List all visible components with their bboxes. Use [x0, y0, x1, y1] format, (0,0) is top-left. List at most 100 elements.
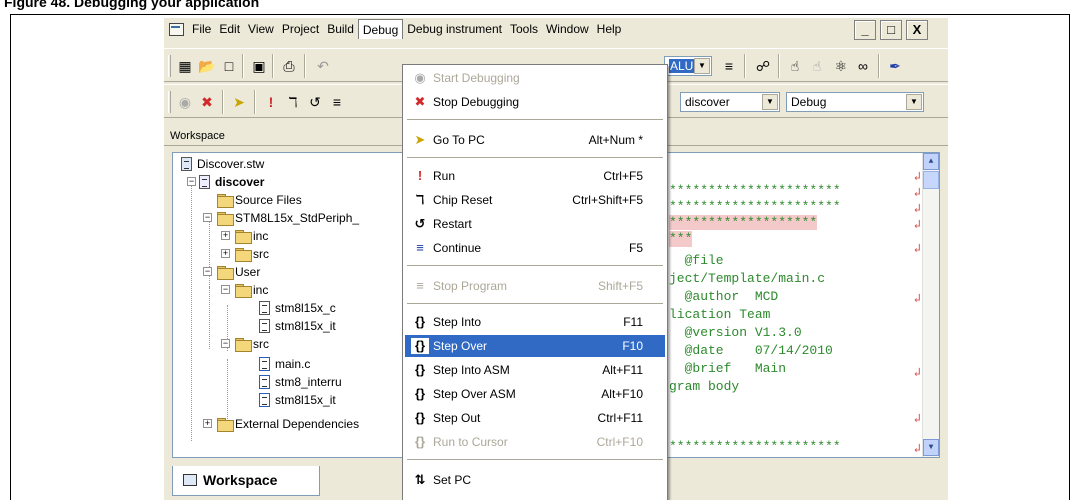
- continue-icon[interactable]: ≡: [328, 93, 346, 111]
- hand-disabled-icon[interactable]: ☝: [808, 57, 826, 75]
- stop-debug-icon[interactable]: ✖: [198, 93, 216, 111]
- menu-item-stop-debugging[interactable]: ✖ Stop Debugging: [405, 91, 665, 113]
- tree-guide: [191, 179, 192, 441]
- expand-toggle-icon[interactable]: +: [221, 249, 230, 258]
- tab-workspace[interactable]: Workspace: [172, 466, 320, 496]
- collapse-toggle-icon[interactable]: −: [221, 285, 230, 294]
- menu-item-label: Continue: [433, 241, 482, 255]
- header-file-icon: [259, 319, 270, 333]
- menu-edit[interactable]: Edit: [215, 19, 244, 39]
- new-file-icon[interactable]: ▦: [176, 57, 194, 75]
- menu-separator: [407, 459, 663, 460]
- step-into-asm-icon: {}: [414, 362, 426, 377]
- menu-item-step-over[interactable]: {} Step Over F10: [405, 335, 665, 357]
- menu-item-set-pc[interactable]: ⇅ Set PC: [405, 469, 665, 491]
- code-line: **********************: [669, 183, 841, 198]
- menu-view[interactable]: View: [244, 19, 278, 39]
- figure-caption: Figure 48. Debugging your application: [4, 0, 260, 10]
- tree-node-label: Discover.stw: [197, 157, 265, 171]
- tree-node-label: stm8l15x_it: [275, 393, 336, 407]
- watch-glasses-icon[interactable]: ∞: [854, 57, 872, 75]
- restart-icon: ↺: [414, 216, 426, 231]
- menu-project[interactable]: Project: [278, 19, 323, 39]
- chip-reset-icon: ℸ: [415, 192, 425, 207]
- pen-icon[interactable]: ✒: [886, 57, 904, 75]
- menu-file[interactable]: File: [188, 19, 215, 39]
- menu-item-shortcut: Ctrl+F10: [596, 435, 643, 449]
- minimize-button[interactable]: _: [854, 20, 876, 40]
- run-icon[interactable]: !: [262, 93, 280, 111]
- step-into-icon: {}: [414, 314, 426, 329]
- expand-toggle-icon[interactable]: +: [221, 231, 230, 240]
- open-folder-icon[interactable]: 📂: [198, 57, 216, 75]
- collapse-toggle-icon[interactable]: −: [203, 213, 212, 222]
- folder-open-icon: [217, 212, 234, 226]
- chevron-down-icon[interactable]: ▼: [694, 58, 710, 74]
- menu-item-start-debugging[interactable]: ◉ Start Debugging: [405, 67, 665, 89]
- print-icon[interactable]: ⎙: [280, 57, 298, 75]
- chevron-down-icon[interactable]: ▼: [762, 94, 778, 110]
- chip-reset-icon[interactable]: ℸ: [284, 93, 302, 111]
- stop-program-icon: ≡: [416, 278, 424, 293]
- collapse-toggle-icon[interactable]: −: [221, 339, 230, 348]
- menu-item-run-to-cursor[interactable]: {} Run to Cursor Ctrl+F10: [405, 431, 665, 453]
- menu-build[interactable]: Build: [323, 19, 358, 39]
- menu-help[interactable]: Help: [593, 19, 626, 39]
- editor-scrollbar[interactable]: ▲ ▼: [922, 153, 939, 457]
- menu-item-step-out[interactable]: {} Step Out Ctrl+F11: [405, 407, 665, 429]
- config-combo[interactable]: discover ▼: [680, 92, 780, 112]
- scroll-down-icon[interactable]: ▼: [923, 439, 939, 456]
- menu-item-shortcut: Alt+F11: [602, 363, 643, 377]
- menu-debug-instrument[interactable]: Debug instrument: [403, 19, 506, 39]
- inspect-icon[interactable]: ⚛: [832, 57, 850, 75]
- menu-item-stop-program[interactable]: ≡ Stop Program Shift+F5: [405, 275, 665, 297]
- restore-button[interactable]: □: [880, 20, 902, 40]
- expand-toggle-icon[interactable]: +: [203, 419, 212, 428]
- close-button[interactable]: X: [906, 20, 928, 40]
- start-debug-icon[interactable]: ◉: [176, 93, 194, 111]
- new-window-icon[interactable]: □: [220, 57, 238, 75]
- menu-item-run[interactable]: ! Run Ctrl+F5: [405, 165, 665, 187]
- menu-item-step-into[interactable]: {} Step Into F11: [405, 311, 665, 333]
- watch-icon[interactable]: ≡: [720, 57, 738, 75]
- scroll-up-icon[interactable]: ▲: [923, 153, 939, 170]
- source-file-icon: [259, 393, 270, 407]
- line-end-marker-icon: ↲: [913, 292, 921, 306]
- menu-tools[interactable]: Tools: [506, 19, 542, 39]
- tree-guide: [209, 287, 210, 349]
- set-pc-icon: ⇅: [414, 472, 426, 487]
- tree-node-label: External Dependencies: [235, 417, 360, 431]
- binoculars-icon[interactable]: ☍: [754, 57, 772, 75]
- menu-item-restart[interactable]: ↺ Restart: [405, 213, 665, 235]
- menu-window[interactable]: Window: [542, 19, 593, 39]
- folder-open-icon: [235, 338, 252, 352]
- folder-open-icon: [235, 284, 252, 298]
- menu-item-label: Set PC: [433, 473, 472, 487]
- restart-icon[interactable]: ↺: [306, 93, 324, 111]
- code-line: @brief Main: [669, 361, 787, 376]
- chevron-down-icon[interactable]: ▼: [906, 94, 922, 110]
- menu-item-chip-reset[interactable]: ℸ Chip Reset Ctrl+Shift+F5: [405, 189, 665, 211]
- tree-node-label: discover: [215, 175, 265, 189]
- collapse-toggle-icon[interactable]: −: [187, 177, 196, 186]
- menu-item-step-into-asm[interactable]: {} Step Into ASM Alt+F11: [405, 359, 665, 381]
- goto-pc-icon[interactable]: ➤: [230, 93, 248, 111]
- collapse-toggle-icon[interactable]: −: [203, 267, 212, 276]
- menu-item-label: Stop Program: [433, 279, 508, 293]
- menu-item-continue[interactable]: ≡ Continue F5: [405, 237, 665, 259]
- scroll-thumb[interactable]: [923, 171, 939, 189]
- alu-combo[interactable]: ALU ▼: [664, 56, 712, 76]
- line-end-marker-icon: ↲: [913, 202, 921, 216]
- toolbar-separator: [878, 54, 880, 78]
- save-icon[interactable]: ▣: [250, 57, 268, 75]
- folder-open-icon: [217, 266, 234, 280]
- menu-debug[interactable]: Debug: [357, 19, 404, 39]
- menu-item-step-over-asm[interactable]: {} Step Over ASM Alt+F10: [405, 383, 665, 405]
- line-end-marker-icon: ↲: [913, 442, 921, 456]
- mode-combo[interactable]: Debug ▼: [786, 92, 924, 112]
- line-end-marker-icon: ↲: [913, 412, 921, 426]
- code-line: **********************: [669, 199, 841, 214]
- menu-item-go-to-pc[interactable]: ➤ Go To PC Alt+Num *: [405, 129, 665, 151]
- hand-icon[interactable]: ☝: [786, 57, 804, 75]
- undo-icon[interactable]: ↶: [314, 57, 332, 75]
